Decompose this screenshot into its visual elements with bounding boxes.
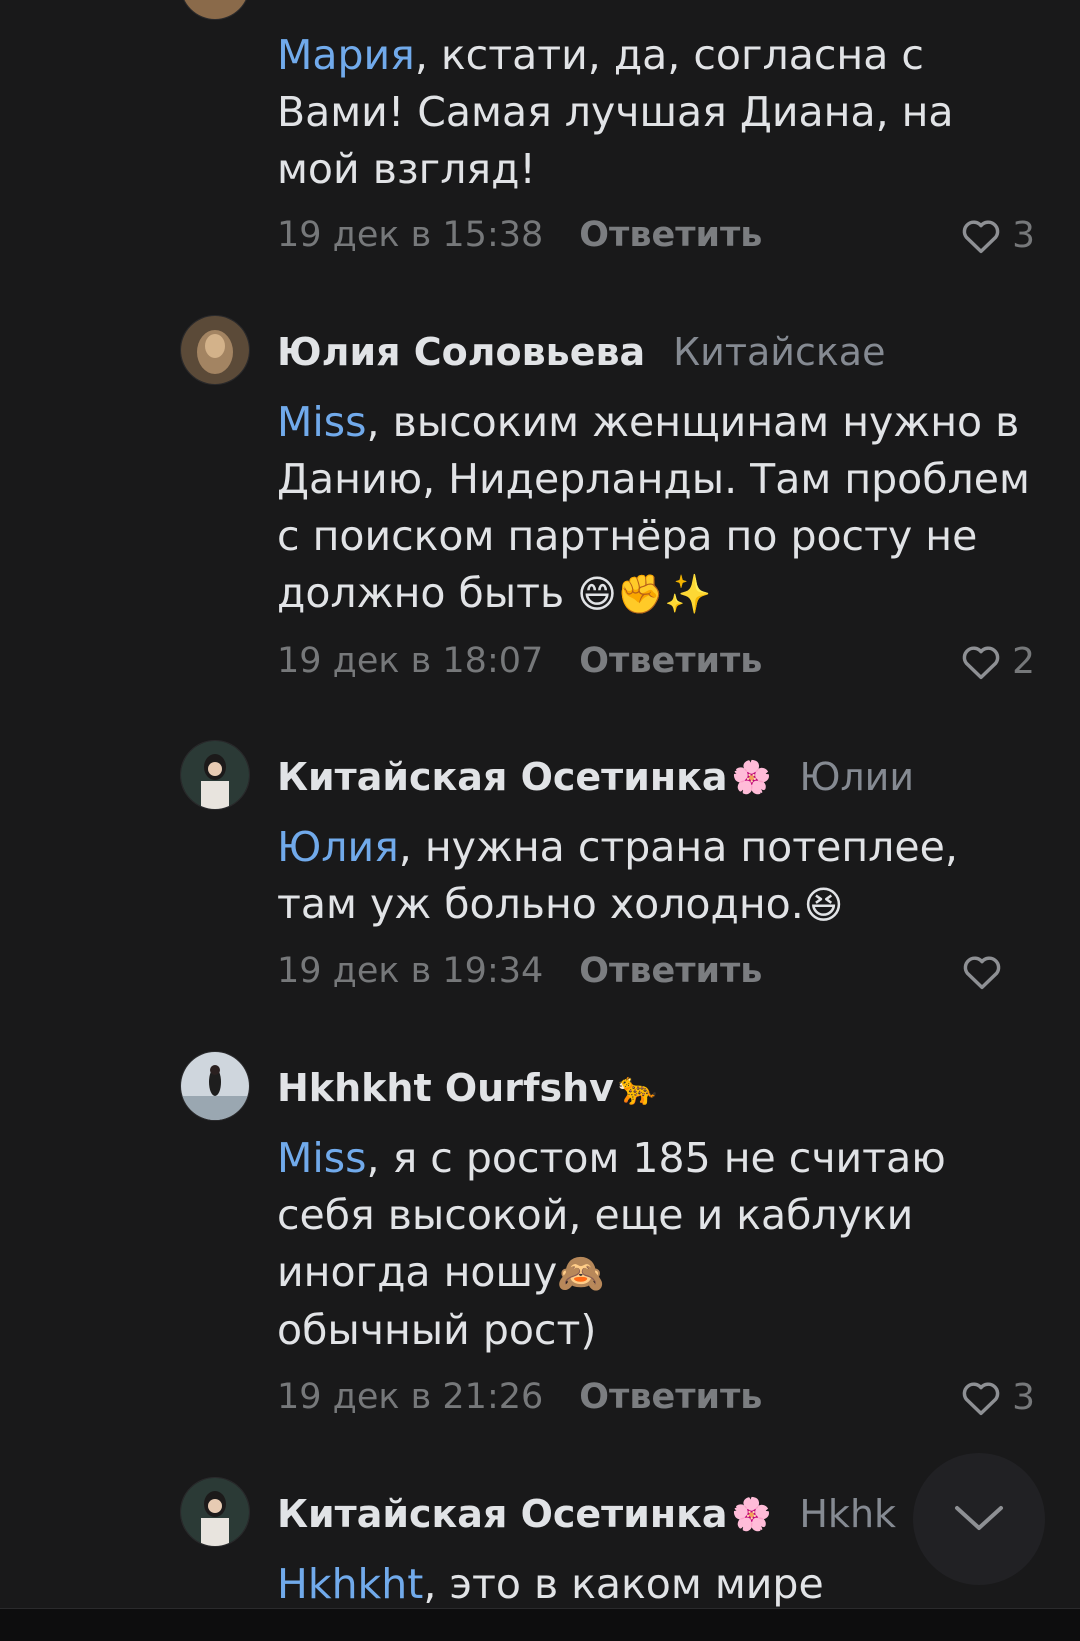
mention-link[interactable]: Юлия — [277, 823, 399, 871]
mention-link[interactable]: Мария — [277, 31, 415, 79]
like-button[interactable]: 3 — [960, 1377, 1035, 1418]
emoji: 🙈 — [557, 1251, 605, 1295]
reply-to[interactable]: Юлии — [799, 755, 914, 799]
heart-outline-icon — [962, 1382, 1000, 1416]
avatar[interactable] — [180, 315, 250, 385]
avatar[interactable] — [180, 0, 250, 20]
reply-button[interactable]: Ответить — [579, 1377, 762, 1417]
comment-meta: 19 дек в 18:07 Ответить 2 — [277, 636, 1035, 686]
chevron-down-icon — [955, 1506, 1003, 1530]
leopard-badge-icon: 🐆 — [617, 1069, 658, 1107]
bottom-bar — [0, 1608, 1080, 1641]
comment-meta: 19 дек в 15:38 Ответить 3 — [277, 210, 1035, 260]
reply-button[interactable]: Ответить — [579, 215, 762, 255]
like-count: 3 — [1012, 1376, 1035, 1418]
scroll-down-button[interactable] — [913, 1453, 1045, 1585]
comment-text: Юлия, нужна страна потеплее, там уж боль… — [277, 823, 958, 928]
avatar[interactable] — [180, 1477, 250, 1547]
mention-link[interactable]: Miss — [277, 398, 367, 446]
author-name[interactable]: Китайская Осетинка — [277, 1492, 728, 1536]
emoji: 😄✊✨ — [577, 572, 712, 616]
heart-outline-icon — [962, 220, 1000, 254]
comment-meta: 19 дек в 19:34 Ответить — [277, 946, 1035, 996]
flower-badge-icon: 🌸 — [731, 758, 772, 796]
like-button[interactable]: 2 — [960, 641, 1035, 682]
reply-to[interactable]: Китайскае — [673, 330, 885, 374]
author-line: Hkhkht Ourfshv 🐆 — [277, 1063, 658, 1113]
avatar[interactable] — [180, 740, 250, 810]
mention-link[interactable]: Hkhkht — [277, 1560, 423, 1608]
comment-date: 19 дек в 19:34 — [277, 951, 544, 991]
mention-link[interactable]: Miss — [277, 1134, 367, 1182]
heart-outline-icon — [962, 646, 1000, 680]
author-line: Юлия Соловьева Китайскае — [277, 327, 885, 377]
author-name[interactable]: Юлия Соловьева — [277, 330, 645, 374]
avatar[interactable] — [180, 1051, 250, 1121]
comment-text: Мария, кстати, да, согласна с Вами! Сама… — [277, 31, 954, 193]
author-line: Китайская Осетинка 🌸 Юлии — [277, 752, 914, 802]
comment-date: 19 дек в 15:38 — [277, 215, 544, 255]
author-line: Китайская Осетинка 🌸 Hkhk — [277, 1489, 896, 1539]
comment-text: Miss, высоким женщинам нужно в Данию, Ни… — [277, 398, 1030, 617]
like-count: 3 — [1012, 214, 1035, 256]
comment-meta: 19 дек в 21:26 Ответить 3 — [277, 1372, 1035, 1422]
author-name[interactable]: Китайская Осетинка — [277, 755, 728, 799]
like-button[interactable] — [961, 952, 1035, 990]
like-count: 2 — [1012, 640, 1035, 682]
like-button[interactable]: 3 — [960, 215, 1035, 256]
heart-outline-icon — [963, 956, 1001, 990]
comment-date: 19 дек в 21:26 — [277, 1377, 544, 1417]
comment-date: 19 дек в 18:07 — [277, 641, 544, 681]
reply-button[interactable]: Ответить — [579, 641, 762, 681]
comment-text: Miss, я с ростом 185 не считаю себя высо… — [277, 1134, 946, 1354]
reply-button[interactable]: Ответить — [579, 951, 762, 991]
emoji: 😆 — [803, 883, 844, 927]
reply-to[interactable]: Hkhk — [799, 1492, 896, 1536]
flower-badge-icon: 🌸 — [731, 1495, 772, 1533]
author-name[interactable]: Hkhkht Ourfshv — [277, 1066, 614, 1110]
